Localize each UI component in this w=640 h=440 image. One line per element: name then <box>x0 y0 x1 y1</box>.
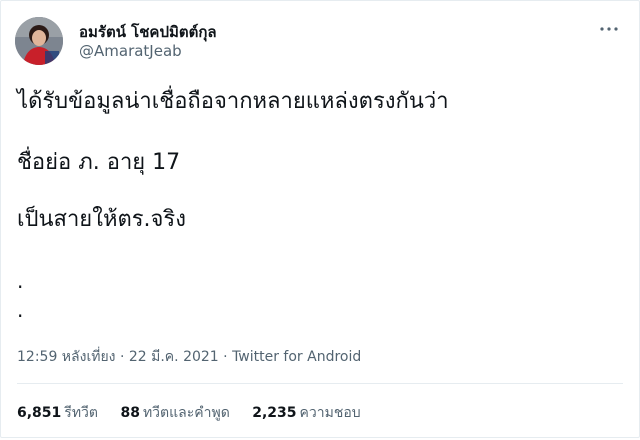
retweets-count: 6,851 <box>17 405 62 421</box>
tweet-source[interactable]: Twitter for Android <box>232 349 361 365</box>
tweet-text-line: . <box>17 298 24 322</box>
tweet-date[interactable]: 22 มี.ค. 2021 <box>129 349 219 365</box>
retweets-label: รีทวีต <box>64 405 98 421</box>
tweet-stats: 6,851 รีทวีต 88 ทวีตและคำพูด 2,235 ความชอบ <box>17 402 379 424</box>
quote-tweets-count: 88 <box>120 405 140 421</box>
tweet-text-line: . <box>17 269 24 293</box>
tweet-text-line: เป็นสายให้ตร.จริง <box>17 207 186 232</box>
tweet-time[interactable]: 12:59 หลังเที่ยง <box>17 349 116 365</box>
meta-separator: · <box>115 349 129 365</box>
profile-photo-icon <box>15 17 63 65</box>
tweet-card: อมรัตน์ โชคปมิตต์กุล @AmaratJeab ได้รับข… <box>0 0 640 438</box>
tweet-text-line: ชื่อย่อ ภ. อายุ 17 <box>17 150 181 175</box>
author-handle[interactable]: @AmaratJeab <box>79 42 182 60</box>
more-horizontal-icon[interactable] <box>597 19 621 39</box>
quote-tweets-label: ทวีตและคำพูด <box>142 405 230 421</box>
retweets-stat[interactable]: 6,851 รีทวีต <box>17 402 98 424</box>
author-display-name[interactable]: อมรัตน์ โชคปมิตต์กุล <box>79 20 217 44</box>
likes-stat[interactable]: 2,235 ความชอบ <box>252 402 360 424</box>
meta-separator: · <box>218 349 233 365</box>
likes-count: 2,235 <box>252 405 297 421</box>
tweet-text-line: ได้รับข้อมูลน่าเชื่อถือจากหลายแหล่งตรงกั… <box>17 89 449 114</box>
likes-label: ความชอบ <box>299 405 361 421</box>
tweet-meta: 12:59 หลังเที่ยง · 22 มี.ค. 2021 · Twitt… <box>17 346 361 368</box>
quote-tweets-stat[interactable]: 88 ทวีตและคำพูด <box>120 402 229 424</box>
divider <box>17 383 623 384</box>
author-avatar[interactable] <box>15 17 63 65</box>
